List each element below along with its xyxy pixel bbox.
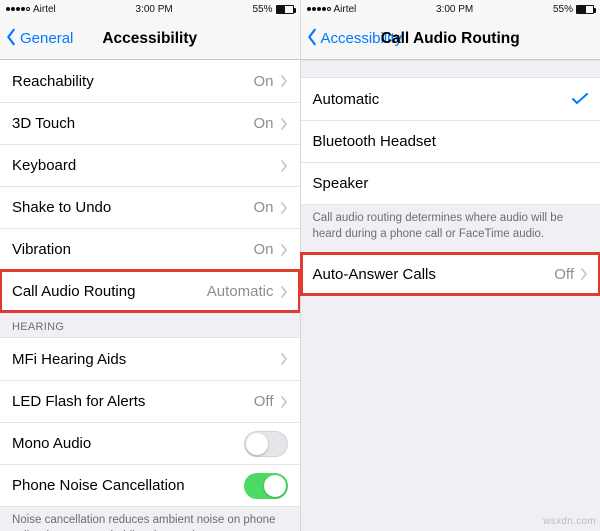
row-label: Keyboard xyxy=(12,157,76,174)
noise-footnote: Noise cancellation reduces ambient noise… xyxy=(0,506,300,531)
row-label: Auto-Answer Calls xyxy=(313,266,436,283)
battery-icon xyxy=(276,5,294,14)
row-label: Mono Audio xyxy=(12,435,91,452)
left-screen: Airtel 3:00 PM 55% General Accessibility… xyxy=(0,0,300,531)
status-time: 3:00 PM xyxy=(436,4,473,15)
row-auto-answer-calls[interactable]: Auto-Answer Calls Off xyxy=(301,253,600,295)
back-button[interactable]: Accessibility xyxy=(301,28,403,50)
chevron-right-icon xyxy=(280,396,288,408)
option-bluetooth-headset[interactable]: Bluetooth Headset xyxy=(301,120,600,162)
row-vibration[interactable]: Vibration On xyxy=(0,228,300,270)
row-shake-to-undo[interactable]: Shake to Undo On xyxy=(0,186,300,228)
row-led-flash[interactable]: LED Flash for Alerts Off xyxy=(0,380,300,422)
row-label: Shake to Undo xyxy=(12,199,111,216)
chevron-left-icon xyxy=(305,28,319,50)
option-label: Bluetooth Headset xyxy=(313,133,436,150)
chevron-right-icon xyxy=(280,244,288,256)
option-label: Automatic xyxy=(313,91,380,108)
checkmark-icon xyxy=(572,93,588,105)
status-bar: Airtel 3:00 PM 55% xyxy=(0,0,300,18)
chevron-right-icon xyxy=(280,286,288,298)
watermark: wsxdn.com xyxy=(543,516,596,527)
right-screen: Airtel 3:00 PM 55% Accessibility Call Au… xyxy=(300,0,600,531)
routing-footnote: Call audio routing determines where audi… xyxy=(301,204,600,253)
chevron-right-icon xyxy=(280,202,288,214)
row-value: On xyxy=(253,73,273,90)
chevron-left-icon xyxy=(4,28,18,50)
row-label: MFi Hearing Aids xyxy=(12,351,126,368)
chevron-right-icon xyxy=(280,75,288,87)
status-bar: Airtel 3:00 PM 55% xyxy=(301,0,600,18)
toggle-mono-audio[interactable] xyxy=(244,431,288,457)
row-label: LED Flash for Alerts xyxy=(12,393,145,410)
row-call-audio-routing[interactable]: Call Audio Routing Automatic xyxy=(0,270,300,312)
row-reachability[interactable]: Reachability On xyxy=(0,60,300,102)
signal-icon xyxy=(6,7,30,11)
row-keyboard[interactable]: Keyboard xyxy=(0,144,300,186)
toggle-noise-cancellation[interactable] xyxy=(244,473,288,499)
nav-bar: Accessibility Call Audio Routing xyxy=(301,18,600,60)
row-value: Off xyxy=(254,393,274,410)
option-automatic[interactable]: Automatic xyxy=(301,78,600,120)
empty-area xyxy=(301,295,600,531)
chevron-right-icon xyxy=(280,118,288,130)
chevron-right-icon xyxy=(280,160,288,172)
battery-percent: 55% xyxy=(252,4,272,15)
row-value: On xyxy=(253,115,273,132)
row-label: Vibration xyxy=(12,241,71,258)
back-button[interactable]: General xyxy=(0,28,73,50)
row-mfi-hearing-aids[interactable]: MFi Hearing Aids xyxy=(0,338,300,380)
back-label: Accessibility xyxy=(321,30,403,47)
battery-percent: 55% xyxy=(553,4,573,15)
section-gap xyxy=(301,60,600,78)
chevron-right-icon xyxy=(580,268,588,280)
row-label: Phone Noise Cancellation xyxy=(12,477,185,494)
row-phone-noise-cancellation[interactable]: Phone Noise Cancellation xyxy=(0,464,300,506)
option-speaker[interactable]: Speaker xyxy=(301,162,600,204)
nav-bar: General Accessibility xyxy=(0,18,300,60)
row-value: Off xyxy=(554,266,574,283)
row-value: On xyxy=(253,199,273,216)
row-label: Call Audio Routing xyxy=(12,283,135,300)
signal-icon xyxy=(307,7,331,11)
back-label: General xyxy=(20,30,73,47)
carrier-label: Airtel xyxy=(33,4,56,15)
row-3d-touch[interactable]: 3D Touch On xyxy=(0,102,300,144)
carrier-label: Airtel xyxy=(334,4,357,15)
battery-icon xyxy=(576,5,594,14)
option-label: Speaker xyxy=(313,175,369,192)
row-value: Automatic xyxy=(207,283,274,300)
row-label: Reachability xyxy=(12,73,94,90)
row-value: On xyxy=(253,241,273,258)
status-time: 3:00 PM xyxy=(136,4,173,15)
section-header-hearing: HEARING xyxy=(0,312,300,338)
chevron-right-icon xyxy=(280,353,288,365)
row-label: 3D Touch xyxy=(12,115,75,132)
row-mono-audio[interactable]: Mono Audio xyxy=(0,422,300,464)
